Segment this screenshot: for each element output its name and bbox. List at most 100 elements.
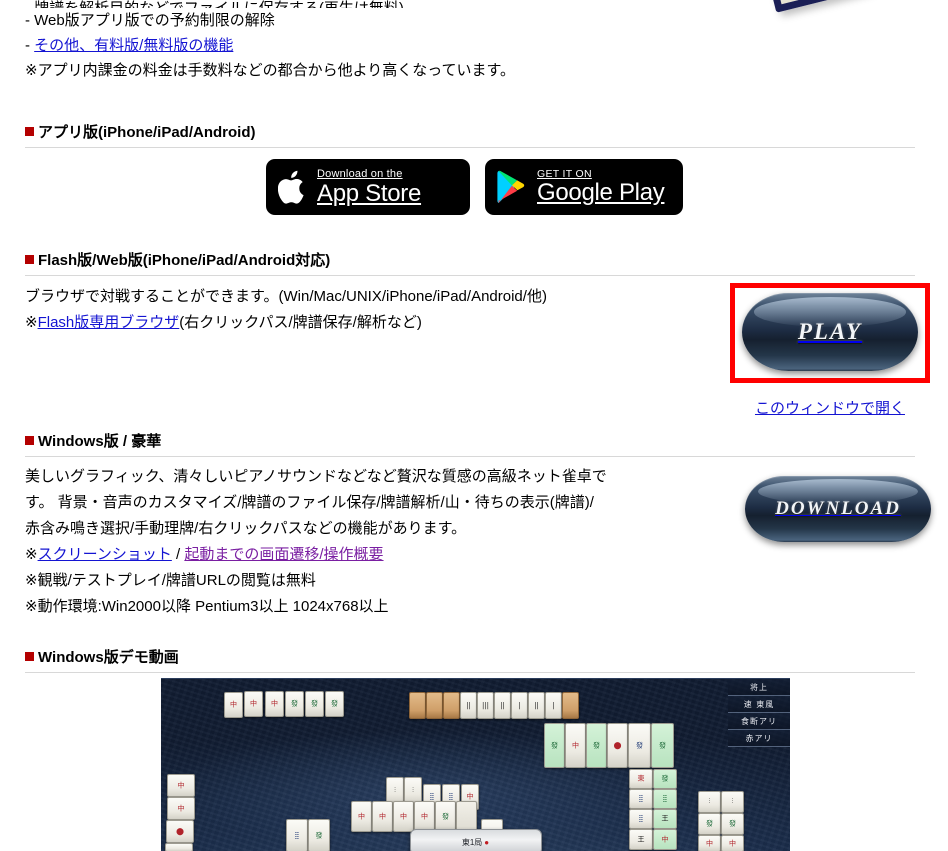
dora-indicator: ●: [484, 837, 490, 847]
app-store-button[interactable]: Download on the App Store: [266, 159, 470, 215]
download-button[interactable]: DOWNLOAD: [745, 476, 931, 542]
tile: ||: [528, 692, 545, 719]
play-button[interactable]: PLAY: [742, 293, 918, 371]
tile: ⣿: [653, 789, 677, 809]
tile: [443, 692, 460, 719]
tile: ⫶: [404, 777, 422, 804]
list-bullet-dash: -: [25, 37, 30, 54]
section-heading: Windows版デモ動画: [25, 646, 915, 671]
tile: 發: [435, 801, 456, 832]
section-heading: アプリ版(iPhone/iPad/Android): [25, 121, 915, 146]
app-store-labels: Download on the App Store: [317, 167, 422, 207]
windows-line-6: ※動作環境:Win2000以降 Pentium3以上 1024x768以上: [25, 598, 389, 615]
google-play-button[interactable]: GET IT ON Google Play: [485, 159, 683, 215]
asterisk-mark: ※: [25, 546, 38, 563]
page-root: - 牌譜を解析目的などでファイルに保存する(再生は無料) - Web版アプリ版で…: [0, 0, 948, 851]
tile: 發: [308, 819, 330, 851]
asterisk-mark: ※: [25, 314, 38, 331]
tile: 中: [351, 801, 372, 832]
tile: 發: [721, 813, 744, 835]
tile: ||: [460, 692, 477, 719]
tile: 中: [224, 692, 243, 718]
windows-line-3: 赤含み鳴き選択/手動理牌/右クリックパスなどの機能があります。: [25, 520, 467, 537]
section-heading: Flash版/Web版(iPhone/iPad/Android対応): [25, 249, 915, 274]
play-button-highlight-box: PLAY: [730, 283, 930, 383]
section-body: 美しいグラフィック、清々しいピアノサウンドなどなど贅沢な質感の高級ネット雀卓で …: [25, 457, 715, 620]
section-heading-text: Windows版デモ動画: [38, 649, 179, 666]
tile: 中: [565, 723, 586, 768]
section-heading: Windows版 / 豪華: [25, 430, 915, 455]
open-in-window-row: このウィンドウで開く: [730, 397, 930, 418]
section-demo-movie: Windows版デモ動画: [25, 646, 915, 673]
startup-flow-link[interactable]: 起動までの画面遷移/操作概要: [184, 546, 383, 563]
tile: ⣿: [629, 789, 653, 809]
tile: ⬤: [166, 820, 194, 843]
google-play-small-label: GET IT ON: [537, 167, 592, 180]
status-row: 将上: [728, 679, 790, 696]
logo-card-large: [762, 0, 870, 13]
open-in-this-window-link[interactable]: このウィンドウで開く: [755, 400, 905, 417]
tile: 發: [305, 691, 324, 717]
divider: [25, 672, 915, 673]
tile: 發: [544, 723, 565, 768]
windows-line-5: ※観戦/テストプレイ/牌譜URLの閲覧は無料: [25, 572, 316, 589]
tile: 發: [586, 723, 607, 768]
tile: 中: [721, 835, 744, 851]
paid-features-list: - 牌譜を解析目的などでファイルに保存する(再生は無料) - Web版アプリ版で…: [25, 0, 685, 84]
tile: ||: [494, 692, 511, 719]
list-item: - 牌譜を解析目的などでファイルに保存する(再生は無料): [25, 0, 685, 8]
tile: 發: [285, 691, 304, 717]
tile: [409, 692, 426, 719]
divider: [25, 147, 915, 148]
bullet-square-icon: [25, 436, 34, 445]
tile: 中: [414, 801, 435, 832]
other-features-link[interactable]: その他、有料版/無料版の機能: [34, 37, 233, 54]
bullet-square-icon: [25, 127, 34, 136]
windows-line-4: ※スクリーンショット / 起動までの画面遷移/操作概要: [25, 542, 715, 568]
tile: 中: [372, 801, 393, 832]
bullet-square-icon: [25, 652, 34, 661]
tile: |: [545, 692, 562, 719]
tile: 東: [629, 769, 653, 789]
tile: ⣿: [629, 809, 653, 829]
tile: 發: [628, 723, 651, 768]
tile: [456, 801, 477, 832]
apple-icon: [278, 169, 308, 205]
game-status-panel: 将上 速 東風 食断アリ 赤アリ: [728, 679, 790, 747]
round-indicator: 東1局: [461, 837, 483, 847]
screenshot-link[interactable]: スクリーンショット: [38, 546, 172, 563]
section-heading-text: アプリ版(iPhone/iPad/Android): [38, 124, 256, 141]
section-app-version: アプリ版(iPhone/iPad/Android): [25, 121, 915, 148]
google-play-big-label: Google Play: [537, 179, 665, 207]
google-play-labels: GET IT ON Google Play: [537, 167, 665, 207]
tile: [426, 692, 443, 719]
demo-video-thumbnail[interactable]: 中 中 中 發 發 發 || ||| || | || | 發 中 發 ⬤ 發 發…: [161, 678, 790, 851]
game-score-plate: 東1局 ●: [409, 829, 542, 851]
tile: ⣿: [286, 819, 308, 851]
app-store-big-label: App Store: [317, 179, 422, 207]
tile: 中: [167, 774, 195, 797]
mahjong-logo-image: [752, 0, 888, 14]
google-play-triangle-icon: [497, 170, 528, 204]
tile: |||: [477, 692, 494, 719]
tile: ⫶: [721, 791, 744, 813]
tile: 王: [629, 829, 653, 850]
tile: 中: [167, 797, 195, 820]
app-store-small-label: Download on the: [317, 167, 403, 180]
tile: ⫶: [698, 791, 721, 813]
list-item-link-row: - その他、有料版/無料版の機能: [25, 33, 685, 58]
in-app-purchase-note: ※アプリ内課金の料金は手数料などの都合から他より高くなっています。: [25, 62, 516, 79]
tile: 中: [265, 691, 284, 717]
tile: 王: [653, 809, 677, 829]
tile: |: [511, 692, 528, 719]
flash-line-2-suffix: (右クリックパス/牌譜保存/解析など): [179, 314, 422, 331]
windows-line-2: す。 背景・音声のカスタマイズ/牌譜のファイル保存/牌譜解析/山・待ちの表示(牌…: [25, 494, 594, 511]
windows-line-1: 美しいグラフィック、清々しいピアノサウンドなどなど贅沢な質感の高級ネット雀卓で: [25, 468, 607, 485]
tile: 發: [653, 769, 677, 789]
tile: [165, 843, 193, 851]
tile: 中: [653, 829, 677, 850]
tile: 發: [651, 723, 674, 768]
tile: [562, 692, 579, 719]
link-separator: /: [171, 546, 185, 563]
flash-browser-link[interactable]: Flash版専用ブラウザ: [38, 314, 180, 331]
